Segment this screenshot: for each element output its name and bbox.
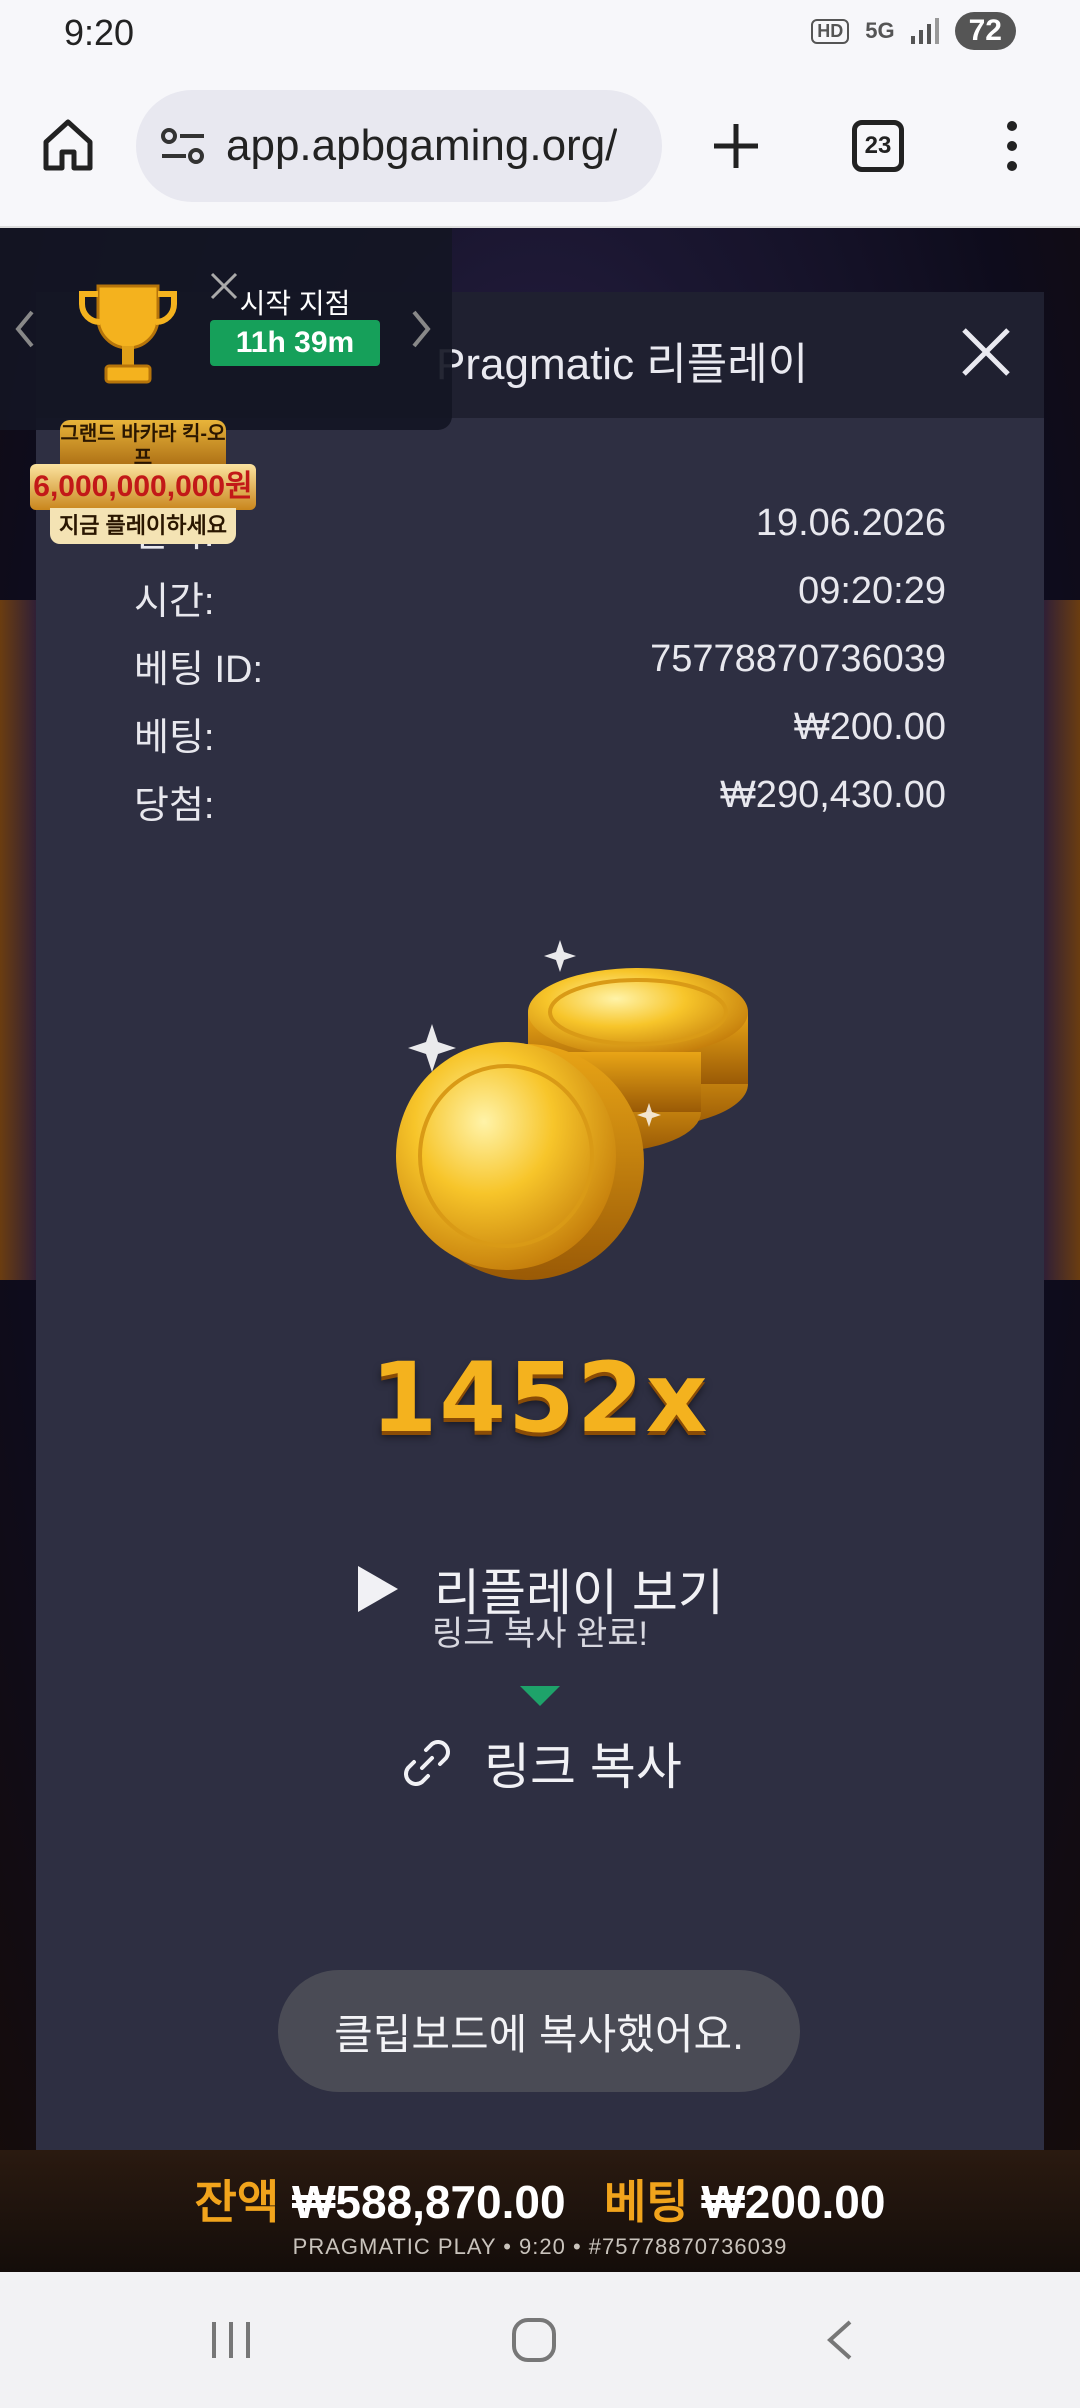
home-icon[interactable] — [38, 114, 98, 174]
status-icons: HD 5G 72 — [811, 12, 1016, 50]
copy-link-label: 링크 복사 — [484, 1739, 682, 1795]
system-nav-bar — [0, 2272, 1080, 2408]
game-footer: PRAGMATIC PLAY • 9:20 • #75778870736039 — [292, 2234, 788, 2259]
tournament-timer: 11h 39m — [210, 320, 380, 366]
info-value: 75778870736039 — [650, 638, 946, 680]
close-icon[interactable] — [956, 322, 1016, 382]
tournament-label: 시작 지점 — [239, 288, 351, 319]
url-text: app.apbgaming.org/ — [226, 121, 618, 170]
balance-value: ₩588,870.00 — [291, 2176, 566, 2228]
chevron-right-icon[interactable] — [406, 304, 436, 354]
info-label: 시간: — [134, 581, 215, 623]
more-menu-icon[interactable] — [1000, 116, 1024, 176]
info-row-time: 시간: 09:20:29 — [134, 570, 946, 626]
copy-link-button[interactable]: 링크 복사 — [400, 1728, 682, 1798]
battery-indicator: 72 — [954, 12, 1016, 50]
promo-badge[interactable]: 그랜드 바카라 킥-오프 6,000,000,000원 지금 플레이하세요 — [30, 420, 256, 546]
info-label: 베팅 ID: — [134, 649, 264, 691]
info-value: ₩290,430.00 — [719, 774, 946, 816]
info-row-bet: 베팅: ₩200.00 — [134, 706, 946, 762]
game-balance-bar: 잔액 ₩588,870.00 베팅 ₩200.00 PRAGMATIC PLAY… — [0, 2150, 1080, 2272]
signal-icon — [910, 18, 939, 44]
bet-value: ₩200.00 — [701, 2176, 886, 2228]
dialog-title: Pragmatic 리플레이 — [436, 340, 809, 389]
link-copied-tooltip: 링크 복사 완료! — [431, 1615, 649, 1653]
trophy-icon — [79, 284, 177, 384]
status-bar: 9:20 HD 5G 72 — [0, 0, 1080, 66]
info-row-win: 당첨: ₩290,430.00 — [134, 774, 946, 830]
site-settings-icon[interactable] — [160, 126, 206, 166]
info-value: 09:20:29 — [798, 570, 946, 612]
balance-line: 잔액 ₩588,870.00 베팅 ₩200.00 — [0, 2166, 1080, 2232]
browser-toolbar: app.apbgaming.org/ 23 — [0, 66, 1080, 228]
home-button-icon[interactable] — [510, 2316, 558, 2364]
link-icon — [404, 1740, 450, 1786]
network-type-icon: 5G — [865, 18, 895, 43]
back-icon[interactable] — [820, 2316, 860, 2364]
chevron-left-icon[interactable] — [10, 304, 40, 354]
info-label: 당첨: — [134, 785, 215, 827]
balance-label: 잔액 — [194, 2176, 280, 2228]
tab-switcher-button[interactable]: 23 — [852, 120, 904, 172]
hd-icon: HD — [811, 18, 850, 44]
bet-label: 베팅 — [603, 2176, 689, 2228]
badge-play-now: 지금 플레이하세요 — [50, 508, 236, 544]
info-label: 베팅: — [134, 717, 215, 759]
info-row-bet-id: 베팅 ID: 75778870736039 — [134, 638, 946, 694]
win-multiplier: 1452x — [370, 1342, 710, 1454]
badge-title: 그랜드 바카라 킥-오프 — [60, 420, 226, 470]
new-tab-icon[interactable] — [706, 116, 766, 176]
screen: 9:20 HD 5G 72 app.apbgaming.org/ 23 Prag… — [0, 0, 1080, 2408]
info-value: 19.06.2026 — [755, 502, 946, 544]
game-frame-right — [1040, 600, 1080, 1280]
tournament-widget[interactable]: 시작 지점 11h 39m — [0, 228, 452, 430]
info-value: ₩200.00 — [793, 706, 946, 748]
replay-dialog: Pragmatic 리플레이 날짜: 19.06.2026 시간: 09:20:… — [36, 292, 1044, 2150]
gold-coins-icon — [396, 940, 748, 1280]
game-frame-left — [0, 600, 40, 1280]
recent-apps-icon[interactable] — [206, 2316, 256, 2364]
address-bar[interactable]: app.apbgaming.org/ — [136, 90, 662, 202]
status-time: 9:20 — [64, 12, 135, 53]
clipboard-toast: 클립보드에 복사했어요. — [278, 1970, 800, 2092]
badge-amount: 6,000,000,000원 — [30, 464, 256, 510]
tooltip-arrow-icon — [520, 1686, 560, 1706]
